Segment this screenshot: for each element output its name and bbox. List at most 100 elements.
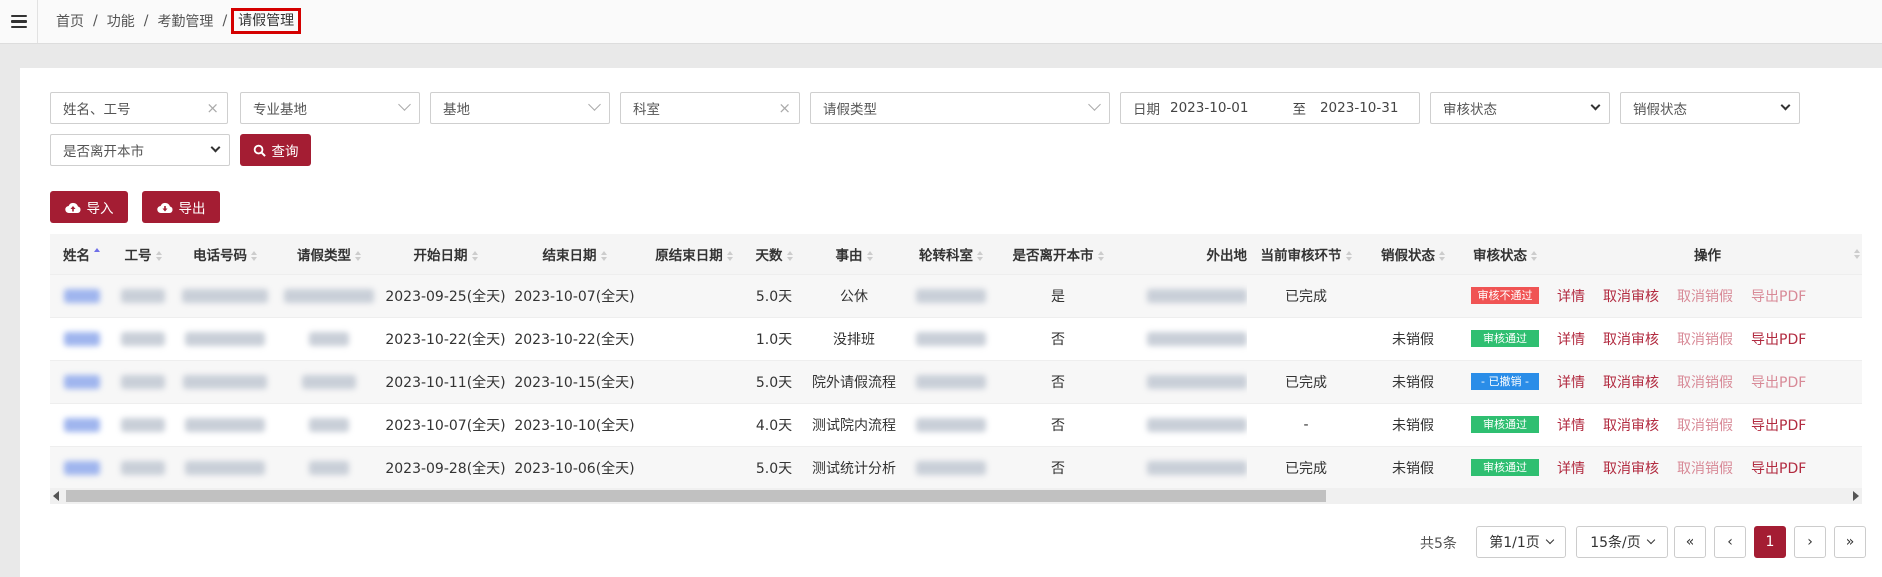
specialty-base-select[interactable]: 专业基地 [240, 92, 420, 124]
base-select[interactable]: 基地 [430, 92, 610, 124]
detail-link[interactable]: 详情 [1557, 332, 1585, 348]
col-out-label: 外出地 [1206, 247, 1248, 264]
export-pdf-link[interactable]: 导出PDF [1751, 375, 1806, 391]
current-page-button[interactable]: 1 [1754, 526, 1786, 558]
date-from-input[interactable]: 2023-10-01 [1170, 100, 1248, 116]
export-pdf-link[interactable]: 导出PDF [1751, 418, 1806, 434]
col-phone[interactable]: 电话号码 [173, 234, 277, 274]
cancel-audit-link[interactable]: 取消审核 [1603, 461, 1659, 477]
sort-icon[interactable] [977, 250, 983, 261]
cancel-audit-link[interactable]: 取消审核 [1603, 375, 1659, 391]
cell-name[interactable] [50, 402, 113, 446]
export-button[interactable]: 导出 [142, 191, 220, 223]
sort-icon[interactable] [1854, 249, 1860, 259]
scrollbar-thumb[interactable] [66, 490, 1326, 502]
horizontal-scrollbar[interactable] [50, 488, 1862, 504]
cell-reason: 公休 [799, 273, 909, 317]
sort-icon[interactable] [726, 250, 733, 261]
audit-status-select[interactable]: 审核状态 [1430, 92, 1610, 124]
col-days[interactable]: 天数 [749, 234, 799, 274]
cancel-leave-link[interactable]: 取消销假 [1677, 289, 1733, 305]
leave-type-select[interactable]: 请假类型 [810, 92, 1110, 124]
menu-toggle-icon[interactable] [0, 0, 38, 43]
scroll-right-icon[interactable] [1853, 491, 1859, 501]
page-select[interactable]: 第1/1页 [1476, 526, 1566, 558]
sort-icon[interactable] [600, 250, 607, 261]
first-page-button[interactable]: « [1674, 526, 1706, 558]
col-leave-city-label: 是否离开本市 [1012, 247, 1094, 264]
cell-days: 4.0天 [749, 402, 799, 446]
col-out[interactable]: 外出地 [1123, 234, 1247, 274]
cell-audit: - 已撤销 - [1461, 359, 1549, 403]
export-pdf-link[interactable]: 导出PDF [1751, 461, 1806, 477]
col-orig-end[interactable]: 原结束日期 [639, 234, 749, 274]
cancel-leave-link[interactable]: 取消销假 [1677, 332, 1733, 348]
leave-city-select[interactable]: 是否离开本市 [50, 134, 230, 166]
page-size-select[interactable]: 15条/页 [1576, 526, 1668, 558]
col-audit[interactable]: 审核状态 [1461, 234, 1549, 274]
sort-icon[interactable] [471, 250, 478, 261]
sort-icon[interactable] [1097, 250, 1104, 261]
col-dept[interactable]: 轮转科室 [909, 234, 993, 274]
base-label: 基地 [443, 102, 470, 118]
cancel-audit-link[interactable]: 取消审核 [1603, 289, 1659, 305]
sort-icon[interactable] [251, 250, 257, 261]
last-page-button[interactable]: » [1834, 526, 1866, 558]
cell-audit: 审核通过 [1461, 402, 1549, 446]
chevron-down-icon [1088, 98, 1101, 111]
cancel-leave-link[interactable]: 取消销假 [1677, 418, 1733, 434]
breadcrumb: 首页 / 功能 / 考勤管理 / 请假管理 [56, 8, 302, 34]
col-node[interactable]: 当前审核环节 [1247, 234, 1365, 274]
col-type[interactable]: 请假类型 [277, 234, 381, 274]
clear-icon[interactable]: × [778, 99, 791, 117]
name-search-input[interactable]: 姓名、工号 × [50, 92, 228, 124]
sort-icon[interactable] [1439, 250, 1445, 261]
scroll-left-icon[interactable] [53, 491, 59, 501]
cell-end: 2023-10-15(全天) [510, 359, 639, 403]
detail-link[interactable]: 详情 [1557, 289, 1585, 305]
col-reason[interactable]: 事由 [799, 234, 909, 274]
cell-name[interactable] [50, 316, 113, 360]
next-page-button[interactable]: › [1794, 526, 1826, 558]
chevron-down-icon [1590, 100, 1601, 111]
import-button[interactable]: 导入 [50, 191, 128, 223]
cancel-audit-link[interactable]: 取消审核 [1603, 332, 1659, 348]
sort-icon[interactable] [1345, 250, 1352, 261]
query-button[interactable]: 查询 [240, 134, 311, 166]
clear-icon[interactable]: × [206, 99, 219, 117]
breadcrumb-home[interactable]: 首页 [56, 11, 84, 31]
sort-icon[interactable] [355, 250, 361, 261]
export-pdf-link[interactable]: 导出PDF [1751, 289, 1806, 305]
cell-name[interactable] [50, 359, 113, 403]
detail-link[interactable]: 详情 [1557, 375, 1585, 391]
cell-name[interactable] [50, 273, 113, 317]
date-to-input[interactable]: 2023-10-31 [1320, 100, 1398, 116]
date-range-field[interactable]: 日期 2023-10-01 至 2023-10-31 [1120, 92, 1420, 124]
sort-asc-icon[interactable] [94, 247, 100, 261]
col-cancel[interactable]: 销假状态 [1365, 234, 1461, 274]
breadcrumb-attendance[interactable]: 考勤管理 [157, 11, 213, 31]
cancel-status-select[interactable]: 销假状态 [1620, 92, 1800, 124]
col-start[interactable]: 开始日期 [381, 234, 510, 274]
cancel-audit-link[interactable]: 取消审核 [1603, 418, 1659, 434]
cancel-leave-link[interactable]: 取消销假 [1677, 461, 1733, 477]
chevron-down-icon [398, 98, 411, 111]
sort-icon[interactable] [155, 250, 162, 261]
cancel-leave-link[interactable]: 取消销假 [1677, 375, 1733, 391]
col-end[interactable]: 结束日期 [510, 234, 639, 274]
breadcrumb-function[interactable]: 功能 [107, 11, 135, 31]
sort-icon[interactable] [1531, 250, 1537, 261]
department-input[interactable]: 科室 × [620, 92, 800, 124]
col-id[interactable]: 工号 [113, 234, 173, 274]
cell-start: 2023-09-28(全天) [381, 445, 510, 489]
col-name[interactable]: 姓名 [50, 234, 113, 274]
table-row: 2023-10-22(全天) 2023-10-22(全天) 1.0天 没排班 否 未销假审… [50, 316, 1862, 360]
cell-name[interactable] [50, 445, 113, 489]
prev-page-button[interactable]: ‹ [1714, 526, 1746, 558]
sort-icon[interactable] [866, 250, 873, 261]
detail-link[interactable]: 详情 [1557, 418, 1585, 434]
detail-link[interactable]: 详情 [1557, 461, 1585, 477]
sort-icon[interactable] [786, 250, 793, 261]
export-pdf-link[interactable]: 导出PDF [1751, 332, 1806, 348]
col-leave-city[interactable]: 是否离开本市 [993, 234, 1123, 274]
